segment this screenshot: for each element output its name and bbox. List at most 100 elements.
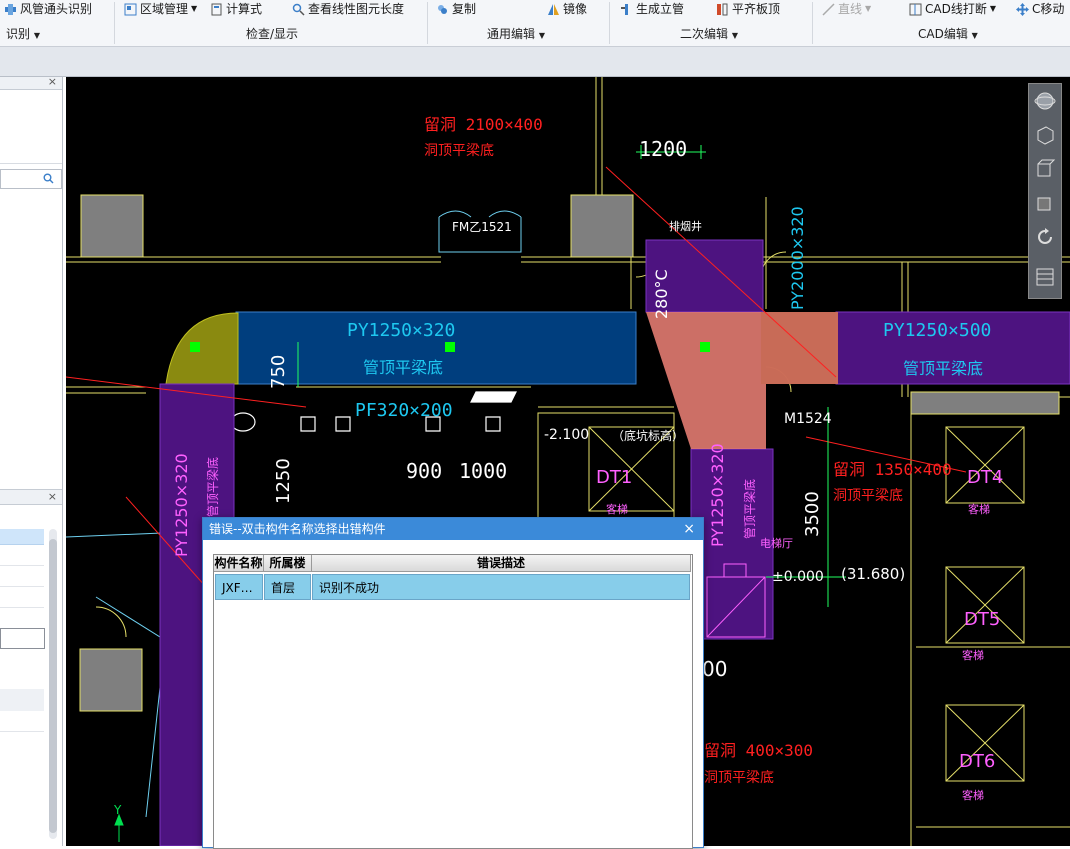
calculator-icon (211, 3, 222, 15)
property-field[interactable] (0, 628, 45, 649)
rotate-icon[interactable] (1034, 226, 1056, 248)
opening-label-sub: 洞顶平梁底 (704, 770, 774, 786)
chevron-down-icon: ▼ (33, 31, 40, 40)
column-header-floor[interactable]: 所属楼层 (264, 555, 312, 587)
orbit-icon[interactable] (1034, 90, 1056, 112)
elevator-label-sub: 客梯 (962, 649, 984, 662)
align-slab-top-button[interactable]: 平齐板顶 (716, 0, 780, 18)
mirror-button[interactable]: 镜像 (547, 0, 587, 18)
generate-riser-button[interactable]: 生成立管 (620, 0, 684, 18)
separator (114, 2, 115, 44)
duct-label: PF320×200 (355, 400, 453, 421)
dialog-title-bar[interactable]: 错误--双击构件名称选择出错构件 × (203, 518, 703, 540)
list-item[interactable] (0, 566, 44, 587)
separator (812, 2, 813, 44)
box-view-icon[interactable] (1034, 192, 1056, 214)
dialog-title: 错误--双击构件名称选择出错构件 (209, 522, 386, 536)
duct-label-sub: 管顶平梁底 (206, 456, 220, 517)
scrollbar-thumb[interactable] (49, 539, 57, 833)
3d-view-icon[interactable] (1034, 124, 1056, 146)
elevator-label: DT6 (959, 751, 996, 772)
opening-label: 留洞 400×300 (704, 741, 814, 760)
list-item[interactable] (0, 587, 44, 608)
region-icon (124, 3, 137, 15)
cell-floor[interactable]: 首层 (264, 574, 311, 600)
elevator-label-sub: 客梯 (968, 503, 990, 516)
panel-body (0, 91, 62, 164)
elevator-label: DT1 (596, 467, 633, 488)
group-general-edit[interactable]: 通用编辑 ▼ (487, 25, 545, 43)
cell-error-description[interactable]: 识别不成功 (312, 574, 690, 600)
duct-label-sub: 管顶平梁底 (363, 358, 444, 377)
chevron-down-icon: ▼ (865, 4, 872, 13)
duct-fitting-recognize-button[interactable]: 风管通头识别 (4, 0, 92, 18)
panel-close-button[interactable]: × (48, 75, 57, 88)
view-line-length-button[interactable]: 查看线性图元长度 (292, 0, 404, 18)
level-label: (31.680) (841, 565, 906, 583)
group-check-display: 检查/显示 (246, 27, 299, 41)
formula-button[interactable]: 计算式 (210, 0, 262, 18)
search-icon[interactable] (43, 173, 54, 184)
separator (609, 2, 610, 44)
list-item[interactable] (0, 711, 44, 732)
level-label: ±0.000 (772, 569, 824, 585)
tab-strip (0, 47, 1070, 77)
group-secondary-edit[interactable]: 二次编辑 ▼ (680, 25, 738, 43)
mirror-icon (548, 3, 559, 15)
break-icon (909, 3, 922, 15)
shaft-label: 排烟井 (669, 220, 702, 233)
opening-label-sub: 洞顶平梁底 (424, 143, 494, 159)
level-label: -2.100 (544, 427, 590, 443)
door-label: FM乙1521 (452, 220, 512, 234)
riser-icon (621, 3, 628, 15)
line-button[interactable]: 直线 ▼ (822, 0, 871, 18)
line-icon (822, 2, 835, 16)
list-item[interactable] (0, 689, 44, 711)
duct-fitting-icon (5, 3, 16, 15)
duct-label: PY2000×320 (788, 206, 807, 310)
elevator-label: DT5 (964, 609, 1001, 630)
chevron-down-icon: ▼ (538, 31, 545, 40)
error-table: 构件名称 所属楼层 错误描述 JXF… 首层 识别不成功 (213, 554, 693, 849)
layers-icon[interactable] (1034, 266, 1056, 288)
elevator-label-sub: 客梯 (962, 789, 984, 802)
cell-component-name[interactable]: JXF… (215, 574, 263, 600)
cad-move-button[interactable]: C移动 (1016, 0, 1064, 18)
group-cad-edit[interactable]: CAD编辑 ▼ (918, 25, 978, 43)
dimension-label: 1200 (639, 137, 688, 161)
panel-close-button[interactable]: × (48, 490, 57, 503)
dimension-label: 900 (406, 459, 443, 483)
dimension-label: 750 (268, 354, 289, 389)
error-dialog: 错误--双击构件名称选择出错构件 × 构件名称 所属楼层 错误描述 JXF… 首… (202, 517, 704, 849)
chevron-down-icon: ▼ (731, 31, 738, 40)
dimension-label: 00 (702, 657, 728, 681)
cad-break-button[interactable]: CAD线打断 ▼ (909, 0, 996, 18)
separator (427, 2, 428, 44)
copy-icon (438, 4, 447, 14)
duct-label: PY1250×320 (172, 453, 191, 557)
list-item[interactable] (0, 669, 44, 690)
measure-icon (292, 3, 305, 16)
duct-label: PY1250×320 (708, 443, 727, 547)
scrollbar[interactable] (49, 529, 57, 839)
duct-label-sub: 管顶平梁底 (903, 359, 984, 378)
list-item-selected[interactable] (0, 529, 44, 545)
column-header-name[interactable]: 构件名称 (214, 555, 264, 572)
dimension-label: 3500 (802, 491, 823, 537)
align-top-icon (717, 3, 728, 15)
region-manage-button[interactable]: 区域管理 ▼ (124, 0, 197, 18)
dimension-label: 1000 (459, 459, 508, 483)
door-label: M1524 (784, 411, 832, 427)
elevator-label-sub: 客梯 (606, 503, 628, 516)
copy-button[interactable]: 复制 (436, 0, 476, 18)
column-header-desc[interactable]: 错误描述 (312, 555, 691, 572)
cube-view-icon[interactable] (1034, 158, 1056, 180)
elevator-label: DT4 (967, 467, 1004, 488)
left-panel: × × (0, 75, 63, 846)
group-recognize[interactable]: 识别 ▼ (6, 25, 40, 43)
pit-label: （底坑标高） (612, 429, 685, 443)
chevron-down-icon: ▼ (191, 4, 198, 13)
opening-label: 留洞 2100×400 (424, 115, 543, 134)
close-icon[interactable]: × (683, 518, 695, 540)
list-item[interactable] (0, 545, 44, 566)
